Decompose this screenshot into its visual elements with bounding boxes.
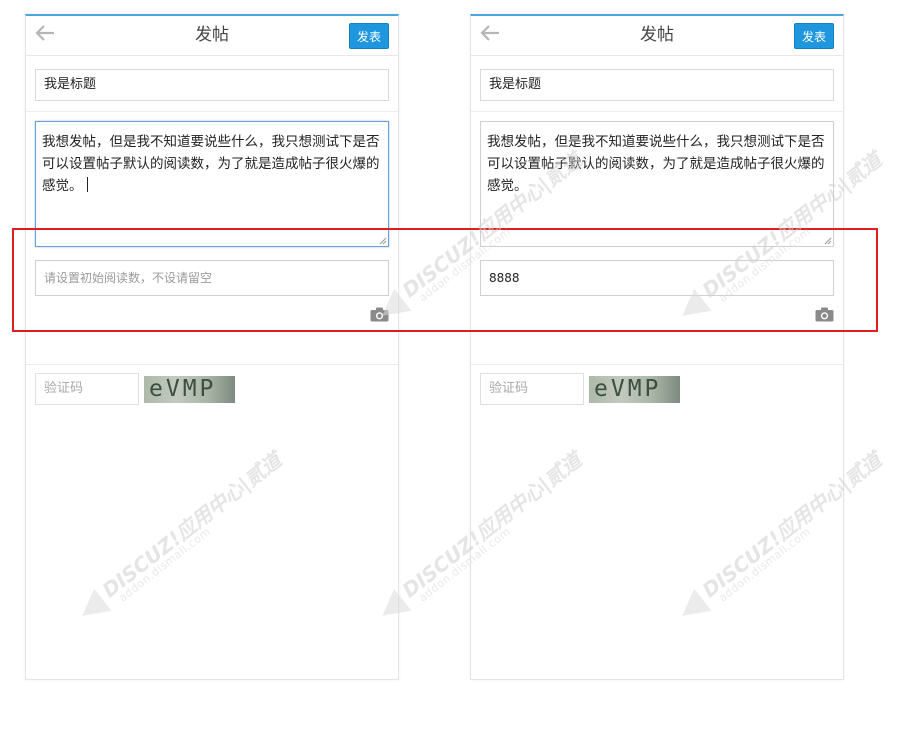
captcha-image[interactable]: eVMP bbox=[144, 376, 235, 403]
page-title: 发帖 bbox=[195, 25, 229, 45]
captcha-input[interactable]: 验证码 bbox=[480, 373, 584, 405]
post-panel-right: 发帖 发表 我是标题 我想发帖，但是我不知道要说些什么，我只想测试下是否可以设置… bbox=[470, 14, 844, 680]
captcha-text: eVMP bbox=[594, 376, 662, 402]
camera-icon[interactable] bbox=[370, 307, 389, 322]
readcount-input[interactable]: 请设置初始阅读数，不设请留空 bbox=[35, 260, 389, 296]
post-panel-left: 发帖 发表 我是标题 我想发帖，但是我不知道要说些什么，我只想测试下是否可以设置… bbox=[25, 14, 399, 680]
captcha-input[interactable]: 验证码 bbox=[35, 373, 139, 405]
text-caret bbox=[86, 177, 88, 192]
message-textarea[interactable]: 我想发帖，但是我不知道要说些什么，我只想测试下是否可以设置帖子默认的阅读数，为了… bbox=[480, 121, 834, 247]
message-textarea[interactable]: 我想发帖，但是我不知道要说些什么，我只想测试下是否可以设置帖子默认的阅读数，为了… bbox=[35, 121, 389, 247]
camera-icon[interactable] bbox=[815, 307, 834, 322]
page-title: 发帖 bbox=[640, 25, 674, 45]
message-text: 我想发帖，但是我不知道要说些什么，我只想测试下是否可以设置帖子默认的阅读数，为了… bbox=[487, 134, 825, 194]
publish-button[interactable]: 发表 bbox=[794, 23, 834, 49]
message-text: 我想发帖，但是我不知道要说些什么，我只想测试下是否可以设置帖子默认的阅读数，为了… bbox=[42, 134, 380, 194]
back-arrow-icon[interactable] bbox=[477, 22, 503, 46]
captcha-image[interactable]: eVMP bbox=[589, 376, 680, 403]
divider bbox=[26, 364, 398, 365]
divider bbox=[471, 364, 843, 365]
back-arrow-icon[interactable] bbox=[32, 22, 58, 46]
divider bbox=[26, 111, 398, 112]
post-header: 发帖 发表 bbox=[471, 16, 843, 56]
subject-input[interactable]: 我是标题 bbox=[35, 69, 389, 101]
captcha-text: eVMP bbox=[149, 376, 217, 402]
publish-button[interactable]: 发表 bbox=[349, 23, 389, 49]
subject-input[interactable]: 我是标题 bbox=[480, 69, 834, 101]
divider bbox=[471, 111, 843, 112]
readcount-input[interactable]: 8888 bbox=[480, 260, 834, 296]
resize-handle-icon[interactable] bbox=[379, 237, 387, 245]
resize-handle-icon[interactable] bbox=[824, 237, 832, 245]
post-header: 发帖 发表 bbox=[26, 16, 398, 56]
